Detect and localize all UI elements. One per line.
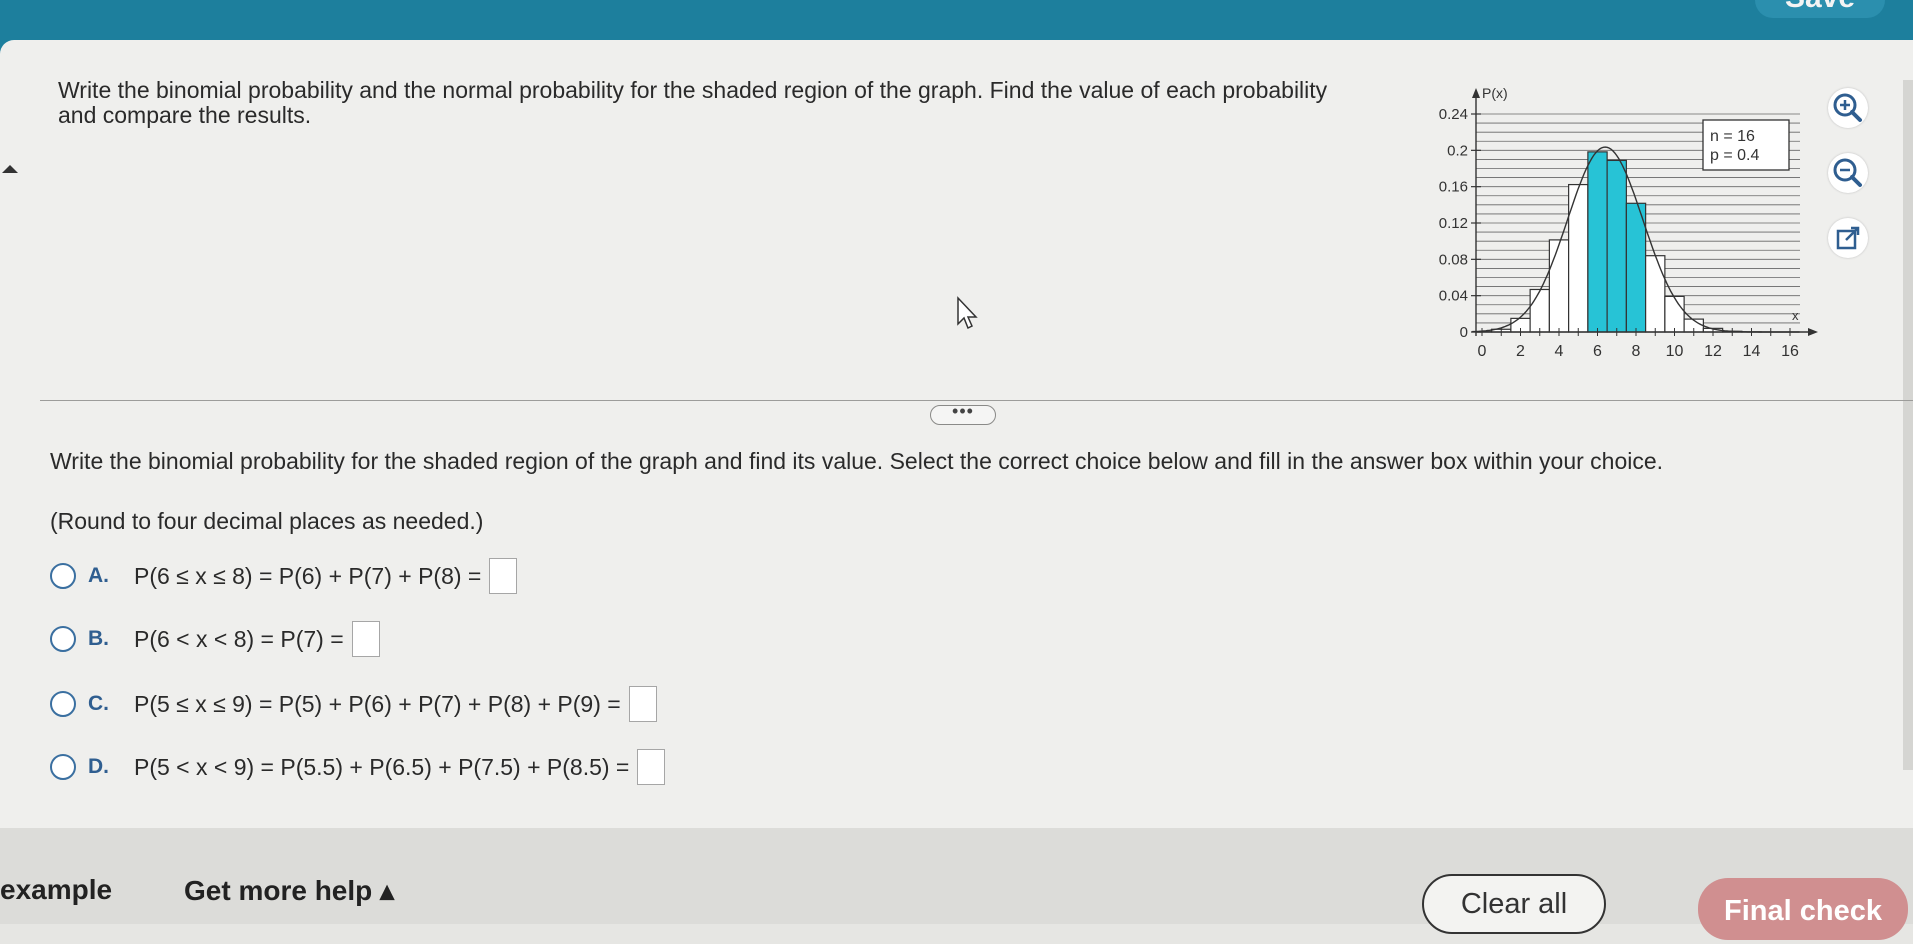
choice-text: P(6 ≤ x ≤ 8) = P(6) + P(7) + P(8) = <box>134 563 481 590</box>
x-tick-label: 4 <box>1555 343 1564 360</box>
choice-letter: D. <box>88 755 134 779</box>
y-tick-label: 0.16 <box>1439 179 1468 196</box>
zoom-out-icon <box>1828 153 1868 193</box>
radio-d[interactable] <box>50 754 76 780</box>
bar-7 <box>1607 160 1626 332</box>
save-button[interactable]: Save <box>1755 0 1885 18</box>
x-axis-ticks: 0 2 4 6 8 10 12 14 16 <box>1478 328 1799 360</box>
answer-box-a[interactable] <box>489 558 517 594</box>
round-note: (Round to four decimal places as needed.… <box>50 508 483 535</box>
section-divider <box>40 400 1913 401</box>
clear-all-button[interactable]: Clear all <box>1422 874 1606 934</box>
bar-8 <box>1626 203 1645 332</box>
radio-b[interactable] <box>50 626 76 652</box>
y-tick-label: 0.24 <box>1439 106 1468 123</box>
y-tick-label: 0.2 <box>1447 142 1468 159</box>
choice-letter: A. <box>88 564 134 588</box>
binomial-graph: 0.24 0.2 0.16 0.12 0.08 0.04 0 0 2 4 6 8 10 12 14 16 P… <box>1420 84 1820 374</box>
y-tick-label: 0.04 <box>1439 288 1468 305</box>
choice-text: P(5 ≤ x ≤ 9) = P(5) + P(6) + P(7) + P(8)… <box>134 691 621 718</box>
final-check-button[interactable]: Final check <box>1698 878 1908 940</box>
y-tick-label: 0.08 <box>1439 251 1468 268</box>
y-axis-label: P(x) <box>1482 85 1508 101</box>
x-tick-label: 6 <box>1593 343 1602 360</box>
x-tick-label: 16 <box>1781 343 1799 360</box>
get-more-help-button[interactable]: Get more help ▴ <box>184 874 394 907</box>
choice-letter: C. <box>88 692 134 716</box>
n-label: n = 16 <box>1710 128 1755 145</box>
choice-text: P(6 < x < 8) = P(7) = <box>134 626 344 653</box>
x-tick-label: 2 <box>1516 343 1525 360</box>
bar-9 <box>1646 256 1665 332</box>
radio-c[interactable] <box>50 691 76 717</box>
radio-a[interactable] <box>50 563 76 589</box>
choice-text: P(5 < x < 9) = P(5.5) + P(6.5) + P(7.5) … <box>134 754 629 781</box>
question-text: Write the binomial probability and the n… <box>58 78 1348 128</box>
choice-d[interactable]: D. P(5 < x < 9) = P(5.5) + P(6.5) + P(7.… <box>50 749 665 785</box>
zoom-out-button[interactable] <box>1828 153 1868 193</box>
bar-6 <box>1588 152 1607 332</box>
choice-b[interactable]: B. P(6 < x < 8) = P(7) = <box>50 621 380 657</box>
x-tick-label: 0 <box>1478 343 1487 360</box>
choice-a[interactable]: A. P(6 ≤ x ≤ 8) = P(6) + P(7) + P(8) = <box>50 558 517 594</box>
bar-3 <box>1530 289 1549 332</box>
x-tick-label: 10 <box>1666 343 1684 360</box>
x-tick-label: 14 <box>1743 343 1761 360</box>
zoom-in-icon <box>1828 88 1868 128</box>
instruction-text: Write the binomial probability for the s… <box>50 448 1663 475</box>
y-tick-label: 0.12 <box>1439 215 1468 232</box>
x-tick-label: 8 <box>1632 343 1641 360</box>
answer-box-d[interactable] <box>637 749 665 785</box>
scrollbar[interactable] <box>1903 80 1913 770</box>
example-link[interactable]: example <box>0 874 112 906</box>
bar-4 <box>1549 240 1568 332</box>
choice-c[interactable]: C. P(5 ≤ x ≤ 9) = P(5) + P(6) + P(7) + P… <box>50 686 657 722</box>
y-tick-label: 0 <box>1460 324 1468 341</box>
bar-10 <box>1665 296 1684 332</box>
x-tick-label: 12 <box>1704 343 1722 360</box>
popout-button[interactable] <box>1828 218 1868 258</box>
p-label: p = 0.4 <box>1710 147 1759 164</box>
y-axis-ticks: 0.24 0.2 0.16 0.12 0.08 0.04 0 <box>1439 106 1481 341</box>
mouse-cursor-icon <box>955 296 981 332</box>
external-link-icon <box>1828 218 1868 258</box>
x-axis-label: x <box>1792 308 1799 323</box>
choice-letter: B. <box>88 627 134 651</box>
answer-box-b[interactable] <box>352 621 380 657</box>
collapse-arrow-icon[interactable] <box>2 165 18 173</box>
divider-handle[interactable]: ••• <box>930 405 996 425</box>
answer-box-c[interactable] <box>629 686 657 722</box>
zoom-in-button[interactable] <box>1828 88 1868 128</box>
